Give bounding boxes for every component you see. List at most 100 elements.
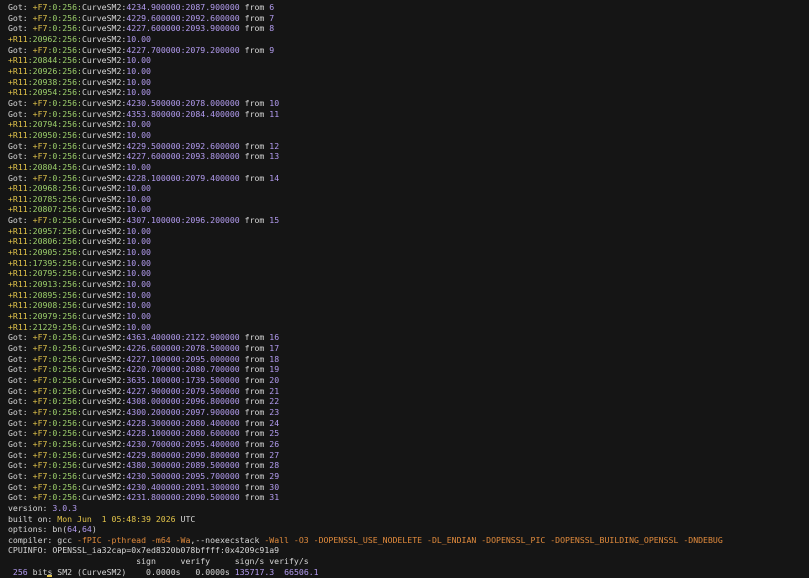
terminal-text: 12: [269, 140, 280, 151]
terminal-text: :20979:256:: [27, 311, 82, 322]
terminal-text: CurveSM2:: [81, 406, 127, 417]
terminal-text: +F7: [32, 364, 48, 375]
terminal-text: 18: [269, 353, 280, 364]
terminal-text: +F7: [32, 417, 48, 428]
terminal-text: CurveSM2:: [81, 23, 127, 34]
terminal-text: +R11: [8, 87, 28, 98]
terminal-text: :0:256:: [47, 2, 82, 12]
terminal-text: CurveSM2:: [81, 119, 127, 130]
terminal-line: Got: +F7:0:256:CurveSM2:4230.500000:2078…: [8, 98, 809, 109]
terminal-line: Got: +F7:0:256:CurveSM2:4229.500000:2092…: [8, 141, 809, 152]
terminal-text: 10.00: [126, 321, 151, 332]
terminal-line: Got: +F7:0:256:CurveSM2:4226.600000:2078…: [8, 343, 809, 354]
terminal-line: Got: +F7:0:256:CurveSM2:4228.100000:2080…: [8, 428, 809, 439]
terminal-text: 10.00: [126, 225, 151, 236]
terminal-line: Got: +F7:0:256:CurveSM2:4234.900000:2087…: [8, 2, 809, 13]
terminal-line: +R11:20968:256:CurveSM2:10.00: [8, 183, 809, 194]
terminal-text: +R11: [8, 33, 28, 44]
terminal-text: ,--noexecstack: [190, 534, 265, 545]
terminal-text: +F7: [32, 108, 48, 119]
terminal-output[interactable]: Got: +F7:0:256:CurveSM2:4234.900000:2087…: [0, 0, 809, 578]
terminal-text: 4230.500000:2078.000000: [126, 97, 240, 108]
terminal-text: :20806:256:: [27, 236, 82, 247]
terminal-text: CurveSM2:: [81, 470, 127, 481]
terminal-text: :0:256:: [47, 460, 82, 471]
terminal-text: 10.00: [126, 311, 151, 322]
terminal-text: 0.0000s: [146, 566, 181, 577]
terminal-line: +R11:20926:256:CurveSM2:10.00: [8, 66, 809, 77]
terminal-line: built on: Mon Jun 1 05:48:39 2026 UTC: [8, 514, 809, 525]
terminal-text: Got:: [8, 172, 33, 183]
terminal-text: 10.00: [126, 236, 151, 247]
terminal-text: from: [239, 97, 270, 108]
terminal-text: CurveSM2:: [81, 492, 127, 503]
terminal-text: Got:: [8, 12, 33, 23]
terminal-line: Got: +F7:0:256:CurveSM2:4307.100000:2096…: [8, 215, 809, 226]
terminal-text: CurveSM2:: [81, 321, 127, 332]
terminal-text: 10.00: [126, 279, 151, 290]
terminal-text: :20807:256:: [27, 204, 82, 215]
terminal-text: 15: [269, 215, 280, 226]
terminal-text: Got:: [8, 428, 33, 439]
terminal-text: from: [239, 460, 270, 471]
terminal-text: +F7: [32, 438, 48, 449]
terminal-text: Got:: [8, 2, 33, 12]
terminal-text: +F7: [32, 449, 48, 460]
terminal-text: :20804:256:: [27, 161, 82, 172]
terminal-text: :20957:256:: [27, 225, 82, 236]
terminal-text: 6: [269, 2, 275, 12]
terminal-text: from: [239, 12, 270, 23]
terminal-line: +R11:20844:256:CurveSM2:10.00: [8, 55, 809, 66]
terminal-text: 10.00: [126, 76, 151, 87]
terminal-text: Got:: [8, 44, 33, 55]
terminal-text: 10.00: [126, 161, 151, 172]
terminal-line: Got: +F7:0:256:CurveSM2:4227.600000:2093…: [8, 23, 809, 34]
terminal-text: CurveSM2:: [81, 364, 127, 375]
terminal-text: CurveSM2:: [81, 55, 127, 66]
terminal-text: Got:: [8, 23, 33, 34]
terminal-text: CurveSM2:: [81, 236, 127, 247]
terminal-text: from: [239, 406, 270, 417]
terminal-text: -fPIC -pthread -m64 -Wa: [77, 534, 191, 545]
terminal-line: +R11:20806:256:CurveSM2:10.00: [8, 236, 809, 247]
terminal-text: bits: [32, 566, 53, 578]
terminal-line: +R11:20954:256:CurveSM2:10.00: [8, 87, 809, 98]
terminal-text: from: [239, 44, 270, 55]
terminal-text: from: [239, 449, 270, 460]
terminal-text: 0.0000s: [195, 566, 230, 577]
terminal-text: 4300.200000:2097.900000: [126, 406, 240, 417]
terminal-text: 10.00: [126, 204, 151, 215]
terminal-text: CurveSM2:: [81, 161, 127, 172]
terminal-text: options:: [8, 524, 53, 535]
terminal-text: CurveSM2:: [81, 481, 127, 492]
terminal-line: Got: +F7:0:256:CurveSM2:4230.400000:2091…: [8, 482, 809, 493]
terminal-text: CurveSM2:: [81, 97, 127, 108]
terminal-line: +R11:20979:256:CurveSM2:10.00: [8, 311, 809, 322]
terminal-text: CurveSM2:: [81, 225, 127, 236]
terminal-text: 10.00: [126, 87, 151, 98]
terminal-text: +F7: [32, 396, 48, 407]
terminal-text: +R11: [8, 183, 28, 194]
terminal-line: +R11:20905:256:CurveSM2:10.00: [8, 247, 809, 258]
terminal-text: :0:256:: [47, 172, 82, 183]
terminal-text: 10.00: [126, 247, 151, 258]
terminal-text: CurveSM2:: [81, 108, 127, 119]
terminal-text: :0:256:: [47, 364, 82, 375]
terminal-line: Got: +F7:0:256:CurveSM2:4300.200000:2097…: [8, 407, 809, 418]
terminal-text: 10.00: [126, 65, 151, 76]
terminal-text: 4230.700000:2095.400000: [126, 438, 240, 449]
terminal-text: :0:256:: [47, 492, 82, 503]
terminal-text: gcc: [57, 534, 78, 545]
terminal-line: +R11:20938:256:CurveSM2:10.00: [8, 77, 809, 88]
terminal-text: Got:: [8, 97, 33, 108]
terminal-text: 4226.600000:2078.500000: [126, 343, 240, 353]
terminal-line: 256 bits SM2 (CurveSM2) 0.0000s 0.0000s …: [8, 567, 809, 578]
terminal-text: +F7: [32, 343, 48, 353]
terminal-text: +F7: [32, 12, 48, 23]
terminal-text: 4234.900000:2087.900000: [126, 2, 240, 12]
terminal-text: from: [239, 172, 270, 183]
terminal-line: Got: +F7:0:256:CurveSM2:4231.800000:2090…: [8, 492, 809, 503]
terminal-line: Got: +F7:0:256:CurveSM2:4308.000000:2096…: [8, 396, 809, 407]
terminal-text: 3635.100000:1739.500000: [126, 374, 240, 385]
terminal-text: 17: [269, 343, 280, 353]
